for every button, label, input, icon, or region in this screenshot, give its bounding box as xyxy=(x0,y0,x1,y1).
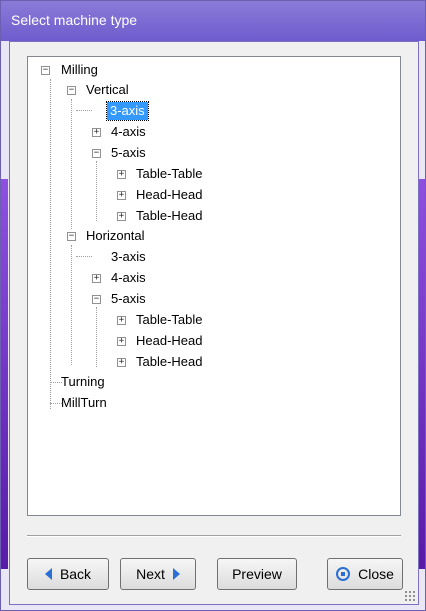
tree-node-vertical-5-axis[interactable]: 5-axis xyxy=(111,144,146,162)
tree-line xyxy=(50,79,51,409)
dialog-client-area: − Milling − Vertical 3-axis + 4-axis − 5… xyxy=(9,41,419,605)
stop-icon xyxy=(336,567,351,581)
tree-node-horizontal-table-head[interactable]: Table-Head xyxy=(136,353,203,371)
tree-node-millturn[interactable]: MillTurn xyxy=(61,394,107,412)
tree-line xyxy=(96,307,97,367)
expand-horizontal-table-head-toggle[interactable]: + xyxy=(117,358,126,367)
title-bar: Select machine type xyxy=(1,1,425,41)
expand-vertical-table-table-toggle[interactable]: + xyxy=(117,170,126,179)
next-button-label: Next xyxy=(136,566,165,582)
collapse-horizontal-toggle[interactable]: − xyxy=(67,232,76,241)
tree-line xyxy=(71,99,72,229)
tree-node-vertical-3-axis[interactable]: 3-axis xyxy=(106,101,149,121)
preview-button[interactable]: Preview xyxy=(217,558,297,590)
select-machine-type-dialog: Select machine type − Milling − Vertical… xyxy=(0,0,426,611)
collapse-vertical-5-axis-toggle[interactable]: − xyxy=(92,149,101,158)
tree-node-vertical-table-table[interactable]: Table-Table xyxy=(136,165,203,183)
window-title: Select machine type xyxy=(11,12,138,28)
expand-vertical-head-head-toggle[interactable]: + xyxy=(117,191,126,200)
frame-right-edge xyxy=(418,179,425,569)
tree-node-horizontal-table-table[interactable]: Table-Table xyxy=(136,311,203,329)
tree-line xyxy=(76,256,92,257)
tree-node-horizontal-3-axis[interactable]: 3-axis xyxy=(111,248,146,266)
tree-node-horizontal-4-axis[interactable]: 4-axis xyxy=(111,269,146,287)
tree-node-vertical[interactable]: Vertical xyxy=(86,81,129,99)
tree-node-horizontal-5-axis[interactable]: 5-axis xyxy=(111,290,146,308)
tree-node-vertical-4-axis[interactable]: 4-axis xyxy=(111,123,146,141)
preview-button-label: Preview xyxy=(232,566,282,582)
tree-node-milling[interactable]: Milling xyxy=(61,61,98,79)
collapse-milling-toggle[interactable]: − xyxy=(41,66,50,75)
button-separator xyxy=(27,535,401,537)
expand-horizontal-table-table-toggle[interactable]: + xyxy=(117,316,126,325)
resize-grip[interactable] xyxy=(404,590,416,602)
expand-horizontal-4-axis-toggle[interactable]: + xyxy=(92,274,101,283)
arrow-right-icon xyxy=(172,568,180,580)
tree-node-horizontal[interactable]: Horizontal xyxy=(86,227,145,245)
back-button-label: Back xyxy=(59,566,92,582)
frame-left-edge xyxy=(1,179,8,569)
tree-line xyxy=(96,161,97,221)
tree-line xyxy=(76,110,92,111)
close-button-label: Close xyxy=(358,566,394,582)
expand-vertical-table-head-toggle[interactable]: + xyxy=(117,212,126,221)
next-button[interactable]: Next xyxy=(120,558,196,590)
tree-line xyxy=(71,245,72,365)
tree-node-turning[interactable]: Turning xyxy=(61,373,105,391)
back-button[interactable]: Back xyxy=(27,558,109,590)
expand-horizontal-head-head-toggle[interactable]: + xyxy=(117,337,126,346)
expand-vertical-4-axis-toggle[interactable]: + xyxy=(92,128,101,137)
close-button[interactable]: Close xyxy=(327,558,403,590)
collapse-horizontal-5-axis-toggle[interactable]: − xyxy=(92,295,101,304)
arrow-left-icon xyxy=(44,568,52,580)
collapse-vertical-toggle[interactable]: − xyxy=(67,86,76,95)
tree-node-vertical-table-head[interactable]: Table-Head xyxy=(136,207,203,225)
tree-node-horizontal-head-head[interactable]: Head-Head xyxy=(136,332,203,350)
tree-node-vertical-head-head[interactable]: Head-Head xyxy=(136,186,203,204)
machine-type-tree[interactable]: − Milling − Vertical 3-axis + 4-axis − 5… xyxy=(27,56,401,516)
